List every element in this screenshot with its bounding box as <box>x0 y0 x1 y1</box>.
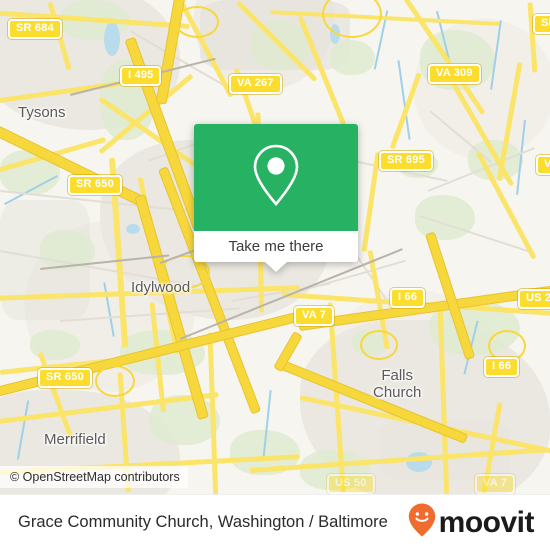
popup-pointer-tail <box>265 262 287 272</box>
place-label-line: Church <box>373 384 422 401</box>
road-shield-va-267: VA 267 <box>229 74 282 94</box>
take-me-there-label: Take me there <box>228 238 324 255</box>
popup-header[interactable] <box>194 124 358 231</box>
place-label-line: Falls <box>381 367 414 384</box>
moovit-logo[interactable]: moovit <box>407 502 535 543</box>
place-label-falls-church: Falls Church <box>373 367 421 401</box>
map-water <box>126 224 140 234</box>
map-interchange <box>175 6 219 38</box>
map-screen: Tysons Idylwood Falls Church Merrifield … <box>0 0 550 550</box>
road-shield-us-29: US 29 <box>518 289 550 309</box>
location-popup[interactable]: Take me there <box>194 124 358 272</box>
road-shield-sr-684: SR 684 <box>8 19 62 39</box>
road-shield-va-7-south: VA 7 <box>475 474 516 494</box>
moovit-wordmark: moovit <box>438 505 535 539</box>
moovit-smiley-pin-icon <box>407 502 437 543</box>
map-pin-icon <box>249 142 303 213</box>
road-shield-i-495: I 495 <box>120 66 162 86</box>
take-me-there-button[interactable]: Take me there <box>194 231 358 262</box>
map-green-area <box>330 40 375 75</box>
place-label-tysons: Tysons <box>18 104 66 121</box>
road-shield-i-66-east: I 66 <box>484 357 520 377</box>
road-shield-sr-695: SR 695 <box>379 151 433 171</box>
road-shield-va-309: VA 309 <box>428 64 481 84</box>
road-shield-us-50: US 50 <box>327 474 375 494</box>
road-shield-va-7-mid: VA 7 <box>294 306 335 326</box>
road-shield-sr-650-south: SR 650 <box>38 368 92 388</box>
road-shield-va-edge: VA <box>536 155 550 175</box>
map-interchange <box>95 365 135 397</box>
place-label-idylwood: Idylwood <box>131 279 191 296</box>
road-shield-sr-edge: SR <box>533 14 550 34</box>
map-water <box>104 22 120 56</box>
place-label-merrifield: Merrifield <box>44 431 106 448</box>
osm-attribution: © OpenStreetMap contributors <box>0 466 188 488</box>
road-shield-i-66-north: I 66 <box>390 288 426 308</box>
map-interchange <box>360 330 398 360</box>
footer-bar: Grace Community Church, Washington / Bal… <box>0 494 550 550</box>
osm-attribution-text: © OpenStreetMap contributors <box>10 470 180 484</box>
road-shield-sr-650-north: SR 650 <box>68 175 122 195</box>
map-canvas[interactable]: Tysons Idylwood Falls Church Merrifield … <box>0 0 550 494</box>
place-title: Grace Community Church, Washington / Bal… <box>18 513 388 531</box>
